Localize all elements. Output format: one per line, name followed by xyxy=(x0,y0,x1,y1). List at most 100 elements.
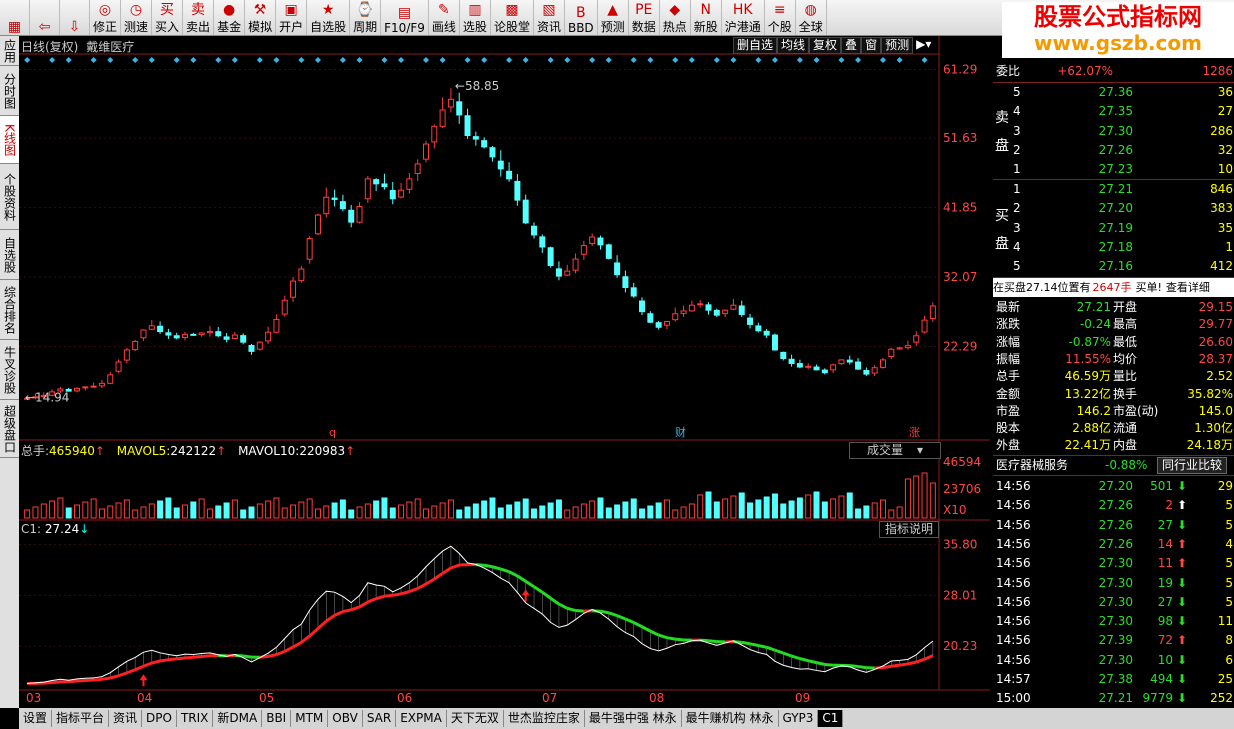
toolbar-button-11[interactable]: ⌚ 周期 xyxy=(350,0,382,35)
indicator-tab-13[interactable]: 最牛强中强 林永 xyxy=(585,710,682,727)
chart-button-0[interactable]: 删自选 xyxy=(733,37,778,54)
toolbar-button-20[interactable]: ◆ 热点 xyxy=(660,0,691,35)
toolbar-button-1[interactable]: ⇦ xyxy=(30,0,60,35)
stat-value: 22.41万 xyxy=(1064,438,1111,453)
indicator-help-button[interactable]: 指标说明 xyxy=(879,521,939,538)
stat-value: 146.2 xyxy=(1076,403,1111,418)
left-tab-3[interactable]: 个股资料 xyxy=(0,164,19,230)
left-tab-6[interactable]: 牛叉诊股 xyxy=(0,340,19,400)
indicator-tab-7[interactable]: MTM xyxy=(291,710,329,727)
toolbar-button-12[interactable]: ▤ F10/F9 xyxy=(381,0,429,35)
indicator-tab-12[interactable]: 世杰监控庄家 xyxy=(504,710,585,727)
left-tab-2[interactable]: K线图 xyxy=(0,116,19,164)
quote-row: 4 27.35 27 xyxy=(993,102,1234,121)
toolbar-button-24[interactable]: ◍ 全球 xyxy=(796,0,827,35)
toolbar-button-6[interactable]: 卖卖出 xyxy=(183,0,215,35)
volume-bar xyxy=(298,501,305,519)
signal-diamond xyxy=(215,57,222,63)
volume-dropdown[interactable]: 成交量 ▾ xyxy=(849,442,941,459)
indicator-line-segment xyxy=(508,570,519,578)
indicator-tab-4[interactable]: TRIX xyxy=(177,710,214,727)
chart-button-1[interactable]: 均线 xyxy=(777,37,810,54)
sector-name: 医疗器械服务 xyxy=(996,458,1069,472)
indicator-tab-2[interactable]: 资讯 xyxy=(109,710,143,727)
quote-row: 14:56 27.30 19 5 ⬇ xyxy=(993,574,1234,593)
candle xyxy=(381,173,388,190)
left-tab-4[interactable]: 自选股 xyxy=(0,230,19,280)
left-tab-5[interactable]: 综合排名 xyxy=(0,280,19,340)
indicator-line-segment xyxy=(408,587,419,594)
stat-label: 市盈 xyxy=(996,403,1021,418)
indicator-tab-8[interactable]: OBV xyxy=(328,710,363,727)
candle xyxy=(697,300,704,308)
toolbar-button-8[interactable]: ⚒ 模拟 xyxy=(245,0,277,35)
news-icon: ▧ xyxy=(542,2,556,18)
buy-price: 27.20 xyxy=(1098,201,1133,216)
volume-bar xyxy=(414,498,421,519)
toolbar-button-17[interactable]: B BBD xyxy=(565,0,598,35)
indicator-tab-5[interactable]: 新DMA xyxy=(213,710,263,727)
toolbar-button-7[interactable]: ● 基金 xyxy=(214,0,246,35)
toolbar-button-4[interactable]: ◷ 测速 xyxy=(121,0,153,35)
chart-button-5[interactable]: 预测 xyxy=(881,37,914,54)
toolbar-button-9[interactable]: ▣ 开户 xyxy=(276,0,308,35)
toolbar-button-22[interactable]: HK 沪港通 xyxy=(722,0,765,35)
candle xyxy=(879,357,886,369)
toolbar-button-0[interactable]: ▦ xyxy=(0,0,30,35)
order-notice[interactable]: 在买盘27.14位置有 2647手 买单! 查看详细 xyxy=(993,278,1234,297)
toolbar-button-10[interactable]: ★ 自选股 xyxy=(307,0,351,35)
volume-bar xyxy=(140,506,147,519)
chart-svg[interactable]: 61.29 51.63 41.85 32.07 22.29 ←58.85 ←14.94 q 财 涨… xyxy=(19,36,990,708)
indicator-tab-3[interactable]: DPO xyxy=(142,710,177,727)
chart-button-4[interactable]: 窗 xyxy=(861,37,882,54)
indicator-tab-15[interactable]: GYP3 xyxy=(779,710,819,727)
indicator-tab-11[interactable]: 天下无双 xyxy=(447,710,504,727)
chart-button-3[interactable]: 叠 xyxy=(841,37,862,54)
indicator-tab-10[interactable]: EXPMA xyxy=(396,710,447,727)
indicator-tab-0[interactable]: 设置 xyxy=(19,710,53,727)
tick-extra: 8 xyxy=(1225,633,1233,648)
chart-area[interactable]: 61.29 51.63 41.85 32.07 22.29 ←58.85 ←14.94 q 财 涨… xyxy=(19,36,990,708)
quote-row: 14:56 27.30 98 11 ⬇ xyxy=(993,612,1234,631)
stat-label: 总手 xyxy=(996,369,1021,384)
indicator-tab-9[interactable]: SAR xyxy=(363,710,397,727)
toolbar-label: 个股 xyxy=(767,20,792,34)
candle xyxy=(265,326,272,344)
toolbar-button-14[interactable]: ▥ 选股 xyxy=(460,0,491,35)
toolbar-button-18[interactable]: ▲ 预测 xyxy=(598,0,629,35)
toolbar-button-2[interactable]: ⇩ xyxy=(60,0,90,35)
expand-icon[interactable]: ▶▾ xyxy=(913,37,934,54)
indicator-line-segment xyxy=(93,677,103,682)
toolbar-button-3[interactable]: ◎ 修正 xyxy=(90,0,122,35)
quote-row: 14:56 27.26 27 5 ⬇ xyxy=(993,516,1234,535)
toolbar-button-23[interactable]: ≡ 个股 xyxy=(765,0,796,35)
indicator-line-segment xyxy=(907,660,917,666)
indicator-tab-6[interactable]: BBI xyxy=(262,710,292,727)
event-marker-cai: 财 xyxy=(675,425,686,439)
notice-link[interactable]: 查看详细 xyxy=(1166,281,1210,294)
toolbar-button-5[interactable]: 买买入 xyxy=(152,0,184,35)
toolbar-button-19[interactable]: PE 数据 xyxy=(629,0,660,35)
peer-compare-button[interactable]: 同行业比较 xyxy=(1157,457,1227,474)
indicator-tab-1[interactable]: 指标平台 xyxy=(52,710,110,727)
volume-bar xyxy=(730,495,737,519)
indicator-tab-14[interactable]: 最牛赚机构 林永 xyxy=(682,710,779,727)
vol-name: 总手: xyxy=(21,444,50,458)
open-account-icon: ▣ xyxy=(284,2,298,18)
toolbar-button-21[interactable]: N 新股 xyxy=(691,0,722,35)
left-tab-1[interactable]: 分时图 xyxy=(0,66,19,116)
left-tab-7[interactable]: 超级盘口 xyxy=(0,400,19,458)
toolbar-button-16[interactable]: ▧ 资讯 xyxy=(534,0,565,35)
toolbar-button-15[interactable]: ▩ 论股堂 xyxy=(491,0,534,35)
indicator-tab-16[interactable]: C1 xyxy=(818,710,844,727)
left-tab-0[interactable]: 应用 xyxy=(0,36,19,66)
tick-extra: 6 xyxy=(1225,652,1233,667)
candle xyxy=(846,355,853,365)
candle xyxy=(647,311,654,324)
toolbar-button-13[interactable]: ✎ 画线 xyxy=(429,0,460,35)
signal-diamond xyxy=(771,57,778,63)
chart-button-2[interactable]: 复权 xyxy=(809,37,842,54)
volume-tick: X10 xyxy=(943,503,967,517)
volume-bar xyxy=(531,508,538,519)
tick-price: 27.30 xyxy=(1098,556,1133,571)
